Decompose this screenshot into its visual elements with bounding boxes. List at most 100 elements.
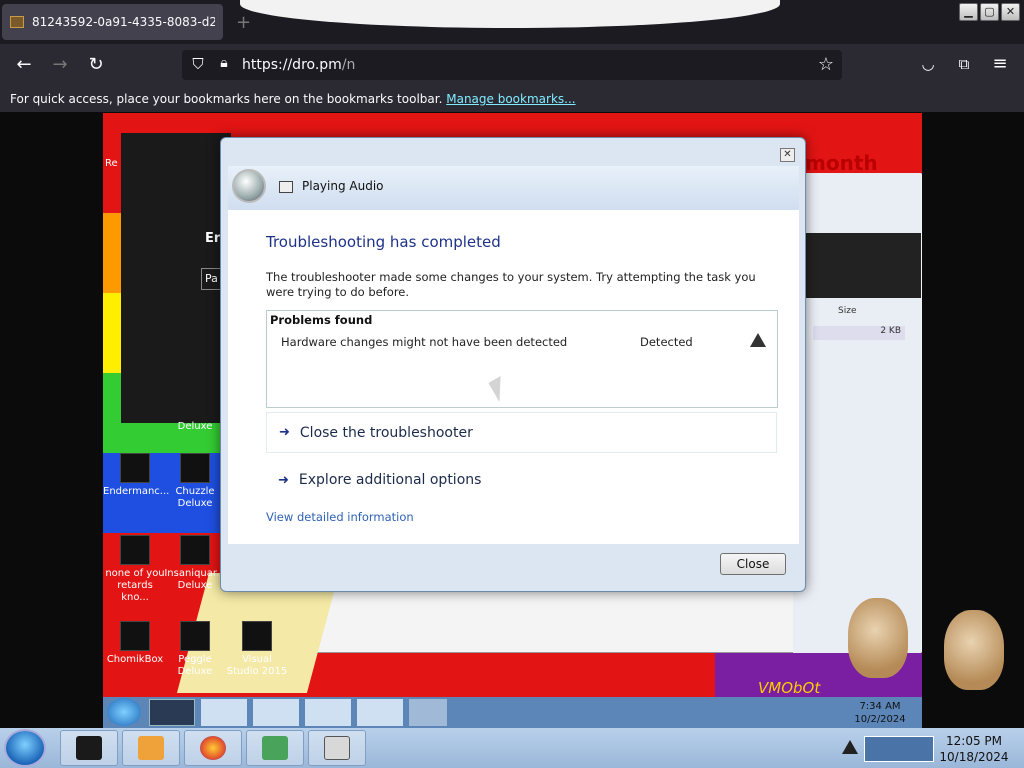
remote-taskbar-app[interactable] — [201, 699, 247, 726]
hamster-image — [944, 610, 1004, 690]
desktop-icon[interactable]: ChomikBox — [103, 621, 167, 666]
reload-icon[interactable]: ↻ — [84, 54, 108, 75]
desktop-icon[interactable]: Visual Studio 2015 — [225, 621, 289, 678]
remote-taskbar-app[interactable] — [305, 699, 351, 726]
desktop-icon-label: Peggle Deluxe — [177, 654, 213, 677]
desktop-icon-label: Deluxe — [177, 421, 213, 432]
hamster-image — [848, 598, 908, 678]
menu-icon[interactable]: ≡ — [988, 53, 1012, 74]
remote-taskbar — [103, 697, 922, 728]
desktop-icon-label: Visual Studio 2015 — [226, 654, 288, 677]
app-window-icon — [76, 736, 102, 760]
purple-banner-text: VMObOt — [758, 679, 821, 697]
taskbar-app-button[interactable] — [308, 730, 366, 766]
app-icon — [120, 621, 150, 651]
dialog-title: Playing Audio — [302, 179, 384, 193]
desktop-icon-label: Endermanc... — [103, 486, 170, 497]
media-player-icon — [138, 736, 164, 760]
problems-title: Problems found — [270, 313, 373, 327]
close-troubleshooter-option[interactable]: ➜ Close the troubleshooter — [266, 412, 777, 453]
remote-taskbar-app[interactable] — [253, 699, 299, 726]
tab-title: 81243592-0a91-4335-8083-d216 — [32, 15, 215, 29]
back-orb-icon[interactable] — [232, 169, 266, 203]
bookmarks-toolbar: For quick access, place your bookmarks h… — [0, 86, 1024, 112]
dialog-description: The troubleshooter made some changes to … — [266, 270, 756, 299]
taskbar-app-button[interactable] — [122, 730, 180, 766]
app-icon — [242, 621, 272, 651]
desktop-icon[interactable]: none of you retards kno... — [103, 535, 167, 604]
minimize-icon[interactable]: ▁ — [959, 3, 978, 21]
remote-taskbar-app[interactable] — [149, 699, 195, 726]
desktop-icon-label: Insaniquar... Deluxe — [164, 568, 226, 591]
close-window-icon[interactable]: ✕ — [1001, 3, 1020, 21]
desktop-icon-label: Chuzzle Deluxe — [175, 486, 215, 509]
arrow-icon: ➜ — [278, 472, 289, 488]
banner-text: month — [805, 151, 878, 175]
warning-icon — [750, 333, 766, 347]
desktop-icon[interactable]: Endermanc... — [103, 453, 170, 498]
desktop-icon[interactable]: Chuzzle Deluxe — [163, 453, 227, 510]
remote-clock[interactable]: 7:34 AM 10/2/2024 — [850, 700, 910, 726]
new-tab-icon[interactable]: + — [236, 12, 251, 33]
desktop-icon[interactable]: Deluxe — [163, 421, 227, 433]
clock-time: 12:05 PM — [946, 734, 1002, 748]
system-tray-icons[interactable] — [864, 736, 934, 762]
url-path: /n — [341, 57, 356, 73]
dialog-close-icon[interactable]: ✕ — [780, 148, 795, 162]
address-bar[interactable]: https://dro.pm/n — [182, 50, 842, 80]
maximize-icon[interactable]: ▢ — [980, 3, 999, 21]
task-manager-icon — [262, 736, 288, 760]
desktop-icon[interactable]: Insaniquar... Deluxe — [163, 535, 227, 592]
side-label-er: Er — [205, 231, 221, 246]
url-host: https://dro.pm — [242, 57, 342, 73]
close-button[interactable]: Close — [720, 553, 786, 575]
dialog-heading: Troubleshooting has completed — [266, 233, 501, 251]
explore-options-option[interactable]: ➜ Explore additional options — [266, 460, 777, 500]
remote-start-icon[interactable] — [107, 698, 141, 726]
problem-item: Hardware changes might not have been det… — [281, 335, 568, 349]
browser-tab[interactable]: 81243592-0a91-4335-8083-d216 — [2, 4, 223, 40]
bookmark-star-icon[interactable]: ☆ — [814, 54, 838, 75]
taskbar-app-button[interactable] — [246, 730, 304, 766]
view-details-link[interactable]: View detailed information — [266, 510, 414, 524]
app-icon — [180, 621, 210, 651]
explorer-size-header: Size — [838, 306, 857, 316]
close-troubleshooter-label: Close the troubleshooter — [299, 424, 473, 441]
desktop-icon[interactable]: Peggle Deluxe — [163, 621, 227, 678]
taskbar-app-button[interactable] — [60, 730, 118, 766]
side-label-re: Re — [105, 158, 118, 169]
lock-icon[interactable]: 🔒︎ — [212, 55, 236, 71]
start-button-icon[interactable] — [4, 729, 46, 767]
app-icon — [120, 535, 150, 565]
forward-icon[interactable]: → — [48, 54, 72, 75]
tab-favicon-icon — [10, 16, 24, 28]
explorer-window: Size 2 KB — [793, 173, 921, 653]
extensions-icon[interactable]: ⧉ — [952, 55, 976, 73]
explorer-toolbar — [793, 233, 921, 298]
troubleshooter-dialog: Playing Audio ✕ Troubleshooting has comp… — [220, 137, 806, 592]
desktop-icon-label: none of you retards kno... — [105, 568, 165, 603]
back-icon[interactable]: ← — [12, 54, 36, 75]
arrow-icon: ➜ — [279, 425, 290, 440]
problem-status: Detected — [640, 335, 693, 349]
taskbar-clock[interactable]: 12:05 PM 10/18/2024 — [936, 733, 1012, 765]
remote-clock-time: 7:34 AM — [859, 701, 901, 712]
remote-taskbar-app[interactable] — [357, 699, 403, 726]
bookmarks-hint: For quick access, place your bookmarks h… — [10, 92, 443, 106]
explore-options-label: Explore additional options — [298, 472, 482, 488]
troubleshooter-icon — [324, 736, 350, 760]
remote-clock-date: 10/2/2024 — [854, 714, 906, 725]
app-icon — [180, 535, 210, 565]
clock-date: 10/18/2024 — [939, 750, 1009, 764]
explorer-size-value: 2 KB — [813, 326, 905, 340]
window-controls: ▁ ▢ ✕ — [959, 3, 1020, 21]
app-icon — [120, 453, 150, 483]
taskbar-app-button[interactable] — [184, 730, 242, 766]
manage-bookmarks-link[interactable]: Manage bookmarks... — [446, 92, 575, 106]
pocket-icon[interactable]: ◡ — [916, 55, 940, 73]
shield-icon[interactable]: ⛉ — [186, 55, 210, 73]
desktop-icon-label: ChomikBox — [106, 654, 164, 665]
firefox-icon — [200, 736, 226, 760]
remote-taskbar-app[interactable] — [409, 699, 447, 726]
app-icon — [180, 453, 210, 483]
